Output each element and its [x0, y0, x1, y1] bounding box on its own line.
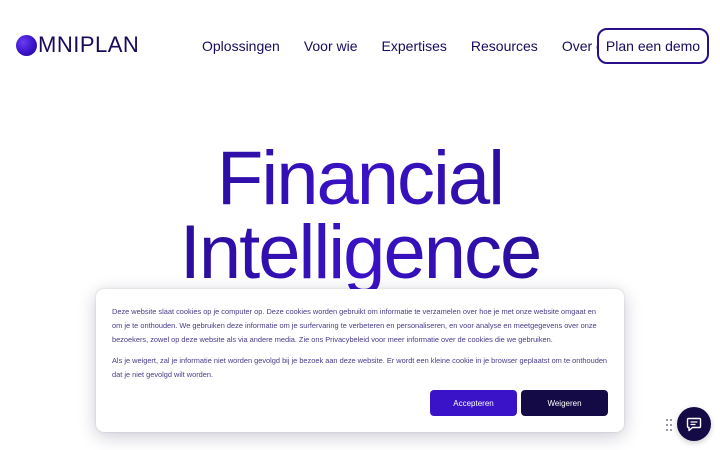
nav-item-resources[interactable]: Resources	[471, 37, 538, 55]
reject-cookies-button[interactable]: Weigeren	[521, 390, 608, 416]
logo-circle-icon	[16, 34, 37, 56]
nav-item-oplossingen[interactable]: Oplossingen	[202, 37, 280, 55]
cookie-text-primary: Deze website slaat cookies op je compute…	[112, 307, 597, 344]
chat-launcher-button[interactable]	[677, 407, 711, 441]
hero-title-line-2: Intelligence	[0, 215, 720, 291]
hero-title-line-1: Financial	[0, 141, 720, 217]
cookie-consent-dialog: Deze website slaat cookies op je compute…	[96, 289, 624, 432]
plan-demo-button[interactable]: Plan een demo	[597, 28, 709, 64]
logo-text: MNIPLAN	[38, 32, 140, 57]
hero: Financial Intelligence	[0, 141, 720, 291]
logo[interactable]: MNIPLAN	[16, 32, 139, 58]
cookie-actions: Accepteren Weigeren	[430, 390, 608, 416]
drag-handle-icon[interactable]	[666, 419, 674, 431]
site-header: MNIPLAN Oplossingen Voor wie Expertises …	[0, 0, 720, 92]
main-nav: Oplossingen Voor wie Expertises Resource…	[202, 37, 619, 55]
nav-item-voor-wie[interactable]: Voor wie	[304, 37, 358, 55]
accept-cookies-button[interactable]: Accepteren	[430, 390, 517, 416]
nav-item-expertises[interactable]: Expertises	[382, 37, 447, 55]
cookie-text-secondary: Als je weigert, zal je informatie niet w…	[112, 356, 608, 379]
chat-bubble-icon	[686, 417, 702, 432]
